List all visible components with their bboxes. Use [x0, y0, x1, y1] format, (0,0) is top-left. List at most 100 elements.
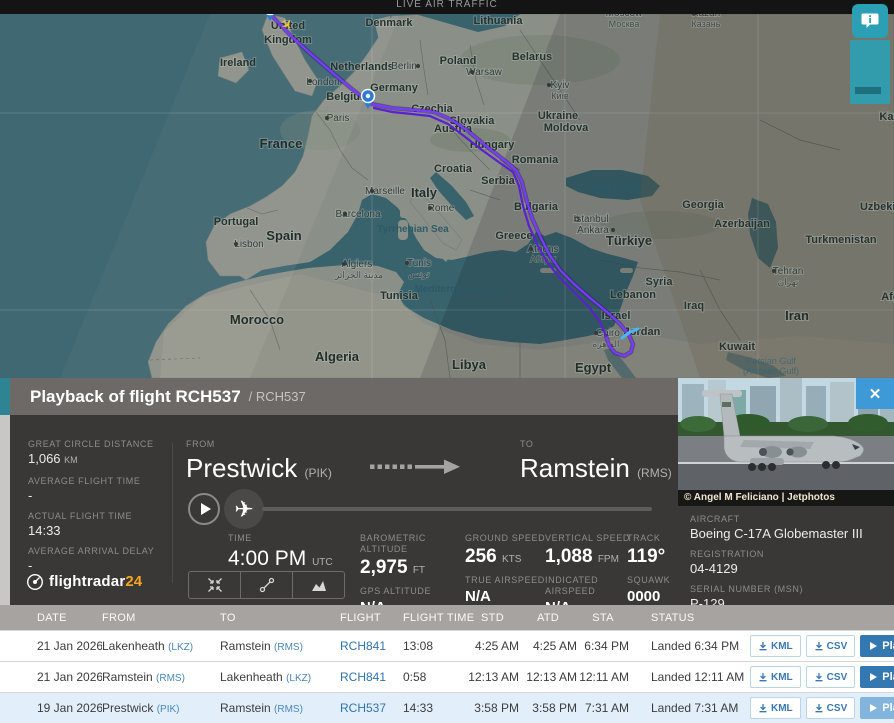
header-from: FROM — [102, 612, 220, 624]
airport-code-link[interactable]: (RMS) — [274, 704, 303, 715]
map-label: Syria — [646, 276, 674, 288]
play-icon — [870, 642, 877, 650]
map-label: تونس — [408, 269, 430, 280]
row-play-button[interactable]: Play — [860, 635, 894, 657]
map[interactable]: UnitedKingdomIrelandDenmarkLithuaniaNeth… — [0, 0, 894, 378]
map-city-dot — [234, 242, 238, 246]
seek-track[interactable] — [262, 507, 652, 511]
compress-view-button[interactable] — [189, 572, 240, 598]
airport-code-link[interactable]: (LKZ) — [168, 642, 193, 653]
route-view-button[interactable] — [240, 572, 292, 598]
row-play-button-active[interactable]: Play — [860, 697, 894, 719]
download-csv-button[interactable]: CSV — [806, 635, 856, 657]
cell-atd: 3:58 PM — [519, 701, 577, 715]
cell-date: 21 Jan 2026 — [37, 639, 102, 653]
map-city-dot — [529, 247, 533, 251]
download-csv-button[interactable]: CSV — [806, 666, 856, 688]
map-label: Tunisia — [380, 290, 419, 302]
map-label: مدينة الجزائر — [334, 270, 383, 281]
flight-number-link[interactable]: RCH841 — [340, 670, 403, 684]
serial-number-label: SERIAL NUMBER (MSN) — [690, 584, 882, 595]
download-csv-button[interactable]: CSV — [806, 697, 856, 719]
header-flight: FLIGHT — [340, 612, 403, 624]
aircraft-info: AIRCRAFT Boeing C-17A Globemaster III RE… — [678, 506, 894, 612]
map-label: Москва — [609, 19, 640, 29]
map-side-widget[interactable] — [850, 40, 890, 104]
map-label: Paris — [327, 113, 350, 124]
cell-flight-time: 0:58 — [403, 670, 466, 684]
to-label: TO — [520, 439, 672, 450]
registration-value: 04-4129 — [690, 561, 882, 577]
map-label: Georgia — [682, 199, 724, 211]
map-label: Denmark — [365, 17, 413, 29]
map-label: Lisbon — [234, 239, 263, 250]
cell-std: 12:13 AM — [466, 670, 519, 684]
airport-code-link[interactable]: (RMS) — [156, 673, 185, 684]
map-label: Ukraine — [538, 110, 578, 122]
table-row[interactable]: 21 Jan 2026 Lakenheath (LKZ) Ramstein (R… — [0, 630, 894, 661]
map-info-button[interactable] — [852, 4, 888, 38]
left-gutter-gray — [0, 415, 10, 605]
map-label: Portugal — [214, 216, 259, 228]
header-to: TO — [220, 612, 340, 624]
header-std: STD — [466, 612, 519, 624]
map-label: Kyiv — [551, 80, 570, 91]
airport-code-link[interactable]: (PIK) — [157, 704, 180, 715]
map-label: Spain — [266, 228, 301, 243]
map-label: تهران — [778, 277, 799, 288]
airplane-icon: ✈ — [234, 498, 253, 521]
average-arrival-delay-label: AVERAGE ARRIVAL DELAY — [28, 546, 170, 557]
download-kml-button[interactable]: KML — [750, 635, 801, 657]
table-row-selected[interactable]: 19 Jan 2026 Prestwick (PIK) Ramstein (RM… — [0, 692, 894, 723]
map-city-dot — [772, 269, 776, 273]
average-arrival-delay-value: - — [28, 557, 170, 574]
flight-number-link[interactable]: RCH537 — [340, 701, 403, 715]
close-button[interactable]: ✕ — [856, 378, 894, 409]
map-label: (Arabian Gulf) — [743, 366, 799, 376]
map-label: Iran — [785, 308, 809, 323]
header-sta: STA — [577, 612, 629, 624]
download-kml-button[interactable]: KML — [750, 697, 801, 719]
average-flight-time-label: AVERAGE FLIGHT TIME — [28, 476, 170, 487]
aircraft-photo[interactable]: ✕ — [678, 378, 894, 490]
seek-handle-plane[interactable]: ✈ — [224, 489, 264, 529]
cell-atd: 12:13 AM — [519, 670, 577, 684]
altitude-chart-button[interactable] — [292, 572, 344, 598]
map-label: Italy — [411, 185, 438, 200]
map-label: Turkmenistan — [805, 234, 877, 246]
cell-to: Ramstein (RMS) — [220, 639, 340, 653]
left-gutter-teal — [0, 378, 10, 415]
cell-atd: 4:25 AM — [519, 639, 577, 653]
cell-date: 21 Jan 2026 — [37, 670, 102, 684]
map-label: Ireland — [220, 57, 256, 69]
route-icon — [259, 577, 275, 593]
cell-sta: 12:11 AM — [577, 670, 629, 684]
map-city-dot — [343, 212, 347, 216]
download-icon — [814, 641, 824, 651]
aircraft-value: Boeing C-17A Globemaster III — [690, 526, 882, 542]
map-label: Mediterranean Sea — [415, 284, 504, 295]
flight-history-table: DATE FROM TO FLIGHT FLIGHT TIME STD ATD … — [0, 605, 894, 723]
download-icon — [814, 703, 824, 713]
cell-from: Prestwick (PIK) — [102, 701, 220, 715]
table-row[interactable]: 21 Jan 2026 Ramstein (RMS) Lakenheath (L… — [0, 661, 894, 692]
cell-status: Landed 12:11 AM — [651, 670, 748, 684]
aircraft-label: AIRCRAFT — [690, 514, 882, 525]
play-icon — [201, 503, 211, 515]
flightradar24-logo[interactable]: flightradar24 — [26, 573, 142, 591]
cell-to: Ramstein (RMS) — [220, 701, 340, 715]
map-label: Belarus — [512, 51, 552, 63]
download-kml-button[interactable]: CSVKML — [750, 666, 801, 688]
airport-code-link[interactable]: (LKZ) — [286, 673, 311, 684]
cell-std: 3:58 PM — [466, 701, 519, 715]
cell-to: Lakenheath (LKZ) — [220, 670, 340, 684]
map-label: Tunis — [407, 258, 431, 269]
row-play-button[interactable]: Play — [860, 666, 894, 688]
map-label: Iraq — [684, 300, 704, 312]
airport-code-link[interactable]: (RMS) — [274, 642, 303, 653]
route-arrow — [370, 457, 462, 482]
playback-play-button[interactable] — [188, 493, 220, 525]
header-atd: ATD — [519, 612, 577, 624]
flight-number-link[interactable]: RCH841 — [340, 639, 403, 653]
map-label: Germany — [370, 82, 419, 94]
